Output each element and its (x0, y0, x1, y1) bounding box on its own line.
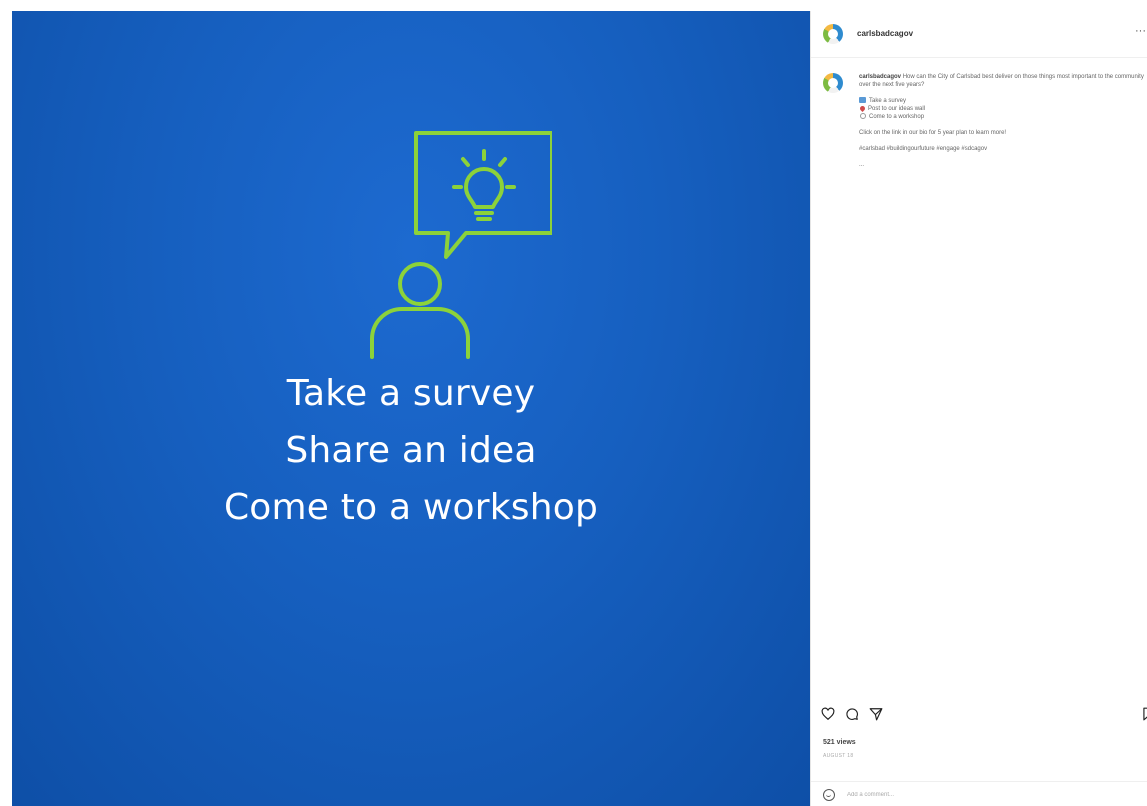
share-icon[interactable] (869, 707, 883, 721)
top-strip (0, 0, 1147, 11)
caption-avatar[interactable] (823, 73, 843, 93)
media-line-survey: Take a survey (286, 373, 536, 414)
caption-item: Post to our ideas wall (858, 104, 1147, 113)
workshop-icon (860, 113, 866, 119)
comment-input[interactable] (847, 788, 1067, 802)
comment-bar (811, 781, 1147, 806)
caption-item: Come to a workshop (859, 113, 1147, 121)
header-username[interactable]: carlsbadcagov (857, 29, 913, 38)
more-options-icon[interactable]: ··· (1135, 25, 1146, 37)
caption-more[interactable]: ... (859, 161, 1147, 169)
avatar[interactable] (823, 24, 843, 44)
left-strip (0, 0, 12, 806)
heart-icon[interactable] (821, 707, 835, 721)
post-media[interactable]: Take a survey Share an idea Come to a wo… (12, 11, 810, 806)
person-icon (398, 262, 442, 306)
media-line-workshop: Come to a workshop (223, 487, 599, 528)
post-caption: carlsbadcagov How can the City of Carlsb… (858, 73, 1147, 169)
post-panel: carlsbadcagov ··· carlsbadcagov How can … (810, 11, 1147, 806)
media-text: Take a survey Share an idea Come to a wo… (12, 365, 810, 536)
caption-hashtags[interactable]: #carlsbad #buildingourfuture #engage #sd… (859, 145, 1147, 153)
media-line-idea: Share an idea (285, 430, 537, 471)
idea-person-illustration (370, 131, 552, 359)
post-header: carlsbadcagov ··· (811, 11, 1147, 58)
lightbulb-icon (464, 167, 504, 209)
pin-icon (858, 104, 867, 113)
caption-list: Take a survey Post to our ideas wall Com… (858, 97, 1147, 121)
view-count[interactable]: 521 views (823, 739, 856, 746)
caption-text: How can the City of Carlsbad best delive… (859, 74, 1144, 88)
bookmark-icon[interactable] (1141, 707, 1147, 721)
post-date: AUGUST 18 (823, 753, 854, 759)
emoji-icon[interactable] (823, 789, 835, 801)
caption-link-line: Click on the link in our bio for 5 year … (859, 130, 1007, 136)
caption-username[interactable]: carlsbadcagov (859, 74, 901, 80)
survey-icon (859, 97, 866, 103)
caption-item: Take a survey (859, 97, 1147, 105)
post-actions (821, 707, 1147, 725)
comment-icon[interactable] (845, 707, 859, 721)
